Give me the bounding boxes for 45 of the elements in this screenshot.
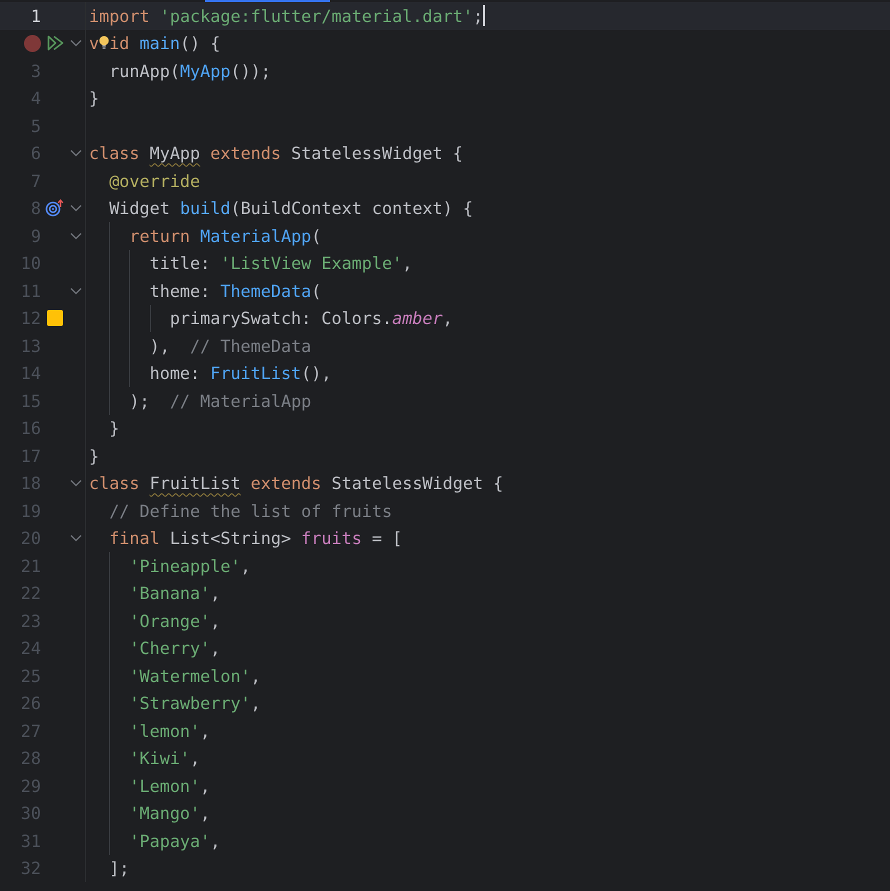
fold-icon[interactable] <box>70 286 82 295</box>
code-line: theme: ThemeData( <box>150 280 322 301</box>
code-line: 'Kiwi', <box>129 748 200 768</box>
code-line: 'Mango', <box>129 803 210 824</box>
code-line: import 'package:flutter/material.dart'; <box>89 6 484 26</box>
code-line: final List<String> fruits = [ <box>109 528 402 548</box>
code-line: runApp(MyApp()); <box>109 60 271 81</box>
code-line: 'Orange', <box>129 610 220 631</box>
code-line: @override <box>109 170 200 191</box>
code-line: title: 'ListView Example', <box>150 253 412 274</box>
override-icon[interactable] <box>45 199 65 218</box>
fold-icon[interactable] <box>70 479 82 488</box>
code-line: // Define the list of fruits <box>109 500 392 521</box>
code-line: ), // ThemeData <box>150 336 312 356</box>
code-line: 'Lemon', <box>129 776 210 796</box>
code-line: return MaterialApp( <box>129 226 322 246</box>
code-line: } <box>89 446 100 466</box>
fold-icon[interactable] <box>70 149 82 158</box>
code-line: class MyApp extends StatelessWidget { <box>89 143 463 164</box>
code-line: 'Cherry', <box>129 638 220 658</box>
line-number: 1 <box>30 6 42 26</box>
code-line: primarySwatch: Colors.amber, <box>170 308 453 328</box>
code-line: v <box>89 33 100 54</box>
run-icon[interactable] <box>46 35 64 52</box>
code-line: } <box>89 88 100 108</box>
code-line: ); // MaterialApp <box>129 390 312 411</box>
code-line: home: FruitList(), <box>150 363 332 384</box>
fold-icon[interactable] <box>70 232 82 240</box>
code-line: 'Banana', <box>129 583 220 604</box>
code-line: Widget build(BuildContext context) { <box>109 198 473 218</box>
code-line: 'Watermelon', <box>129 666 261 686</box>
code-line: 'Papaya', <box>129 830 220 851</box>
color-swatch[interactable] <box>47 310 63 326</box>
fold-icon[interactable] <box>70 204 82 212</box>
code-line: } <box>109 418 120 438</box>
code-line: ]; <box>109 858 130 878</box>
text-caret <box>483 5 486 26</box>
breakpoint-icon[interactable] <box>24 34 41 52</box>
fold-icon[interactable] <box>70 534 82 542</box>
code-line: 'lemon', <box>129 720 210 741</box>
code-line: 'Strawberry', <box>129 693 261 714</box>
code-line: id main() { <box>109 33 220 54</box>
fold-icon[interactable] <box>70 39 82 48</box>
code-line: 'Pineapple', <box>129 556 251 576</box>
code-line: class FruitList extends StatelessWidget { <box>89 473 504 494</box>
